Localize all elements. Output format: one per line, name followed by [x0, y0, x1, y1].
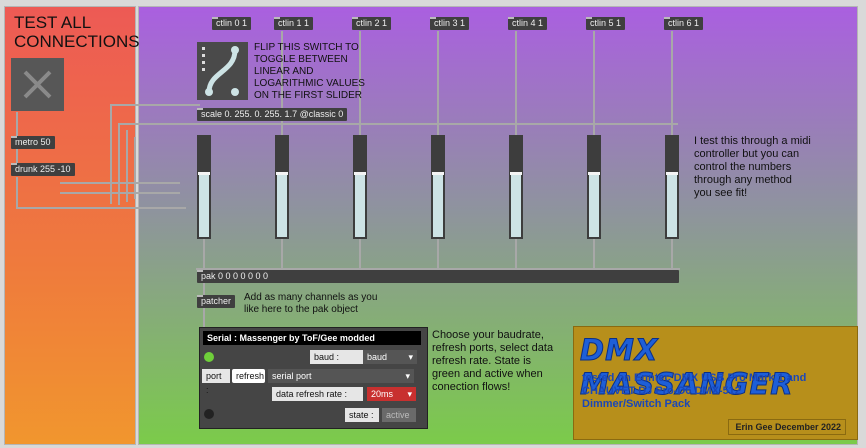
patch-cable: [203, 307, 205, 327]
pak-comment: Add as many channels as you like here to…: [244, 292, 378, 315]
slider-track: [511, 172, 521, 237]
state-label: state :: [345, 408, 379, 422]
ctlin-object[interactable]: ctlin 6 1: [664, 17, 704, 30]
slider[interactable]: [197, 135, 211, 239]
drunk-object[interactable]: drunk 255 -10: [11, 163, 75, 176]
patch-cable: [593, 31, 595, 135]
slider[interactable]: [431, 135, 445, 239]
scale-object[interactable]: scale 0. 255. 0. 255. 1.7 @classic 0: [197, 108, 348, 121]
state-led: [204, 409, 214, 419]
patch-cable: [16, 112, 18, 136]
patch-cable: [203, 283, 205, 295]
refresh-button[interactable]: refresh: [232, 369, 265, 383]
slider-knob: [510, 172, 522, 175]
patch-cable: [16, 177, 18, 207]
slider-knob: [354, 172, 366, 175]
patch-cable: [110, 104, 200, 106]
patch-cable: [671, 31, 673, 135]
port-label: port :: [202, 369, 230, 395]
pak-object[interactable]: pak 0 0 0 0 0 0 0: [197, 270, 679, 283]
dropdown-arrow-icon: ▾: [407, 389, 412, 399]
port-select[interactable]: serial port ▾: [268, 369, 414, 383]
baud-value: baud: [367, 352, 388, 362]
slider-track: [433, 172, 443, 237]
slider-track: [667, 172, 677, 237]
slider-knob: [666, 172, 678, 175]
patch-cable: [671, 239, 673, 269]
patch-cable: [437, 31, 439, 135]
patch-cable: [16, 149, 18, 163]
patch-cable: [16, 207, 186, 209]
slider-knob: [276, 172, 288, 175]
slider-knob: [588, 172, 600, 175]
patch-cable: [593, 239, 595, 269]
dropdown-arrow-icon: ▾: [408, 352, 413, 362]
slider[interactable]: [275, 135, 289, 239]
metro-object[interactable]: metro 50: [11, 136, 55, 149]
patch-cable: [515, 31, 517, 135]
baud-label: baud :: [310, 350, 363, 364]
slider[interactable]: [353, 135, 367, 239]
slider[interactable]: [665, 135, 679, 239]
patch-cable: [281, 239, 283, 269]
ctlin-object[interactable]: ctlin 4 1: [508, 17, 548, 30]
dmx-logo-box: DMX MASSANGER tested on Enntec DMX USB P…: [573, 326, 858, 440]
ctlin-object[interactable]: ctlin 1 1: [274, 17, 314, 30]
patch-cable: [203, 239, 205, 269]
ctlin-object[interactable]: ctlin 3 1: [430, 17, 470, 30]
state-value: active: [382, 408, 416, 422]
ctlin-object[interactable]: ctlin 5 1: [586, 17, 626, 30]
slider[interactable]: [509, 135, 523, 239]
dropdown-arrow-icon: ▾: [405, 371, 410, 381]
switch-icon: [202, 46, 239, 96]
slider-track: [199, 172, 209, 237]
baud-comment: Choose your baudrate, refresh ports, sel…: [432, 329, 554, 393]
baud-select[interactable]: baud ▾: [363, 350, 417, 364]
rate-value: 20ms: [371, 389, 394, 399]
ctlin-object[interactable]: ctlin 2 1: [352, 17, 392, 30]
rate-select[interactable]: 20ms ▾: [367, 387, 416, 401]
credit: Erin Gee December 2022: [728, 419, 846, 435]
linear-log-switch[interactable]: [197, 42, 248, 100]
midi-comment: I test this through a midi controller bu…: [694, 135, 811, 199]
patch-cable: [110, 104, 112, 204]
tested-note: tested on Enntec DMX USB Pro Mark 1 and …: [582, 372, 807, 410]
slider[interactable]: [587, 135, 601, 239]
patch-cable: [359, 239, 361, 269]
patch-cable: [60, 182, 180, 184]
switch-comment: FLIP THIS SWITCH TO TOGGLE BETWEEN LINEA…: [254, 42, 365, 101]
test-title: TEST ALL CONNECTIONS: [14, 13, 140, 51]
bang-button[interactable]: [11, 58, 64, 111]
patch-cable: [60, 192, 180, 194]
status-led: [204, 352, 214, 362]
slider-knob: [198, 172, 210, 175]
serial-panel: Serial : Massenger by ToF/Gee modded bau…: [199, 327, 428, 429]
port-value: serial port: [272, 371, 312, 381]
slider-track: [277, 172, 287, 237]
x-icon: [23, 70, 52, 99]
ctlin-object[interactable]: ctlin 0 1: [212, 17, 252, 30]
patch-cable: [134, 137, 136, 199]
patcher-object[interactable]: patcher: [197, 295, 236, 308]
rate-label: data refresh rate :: [272, 387, 363, 401]
slider-track: [355, 172, 365, 237]
serial-title: Serial : Massenger by ToF/Gee modded: [203, 331, 421, 345]
slider-knob: [432, 172, 444, 175]
slider-track: [589, 172, 599, 237]
patch-cable: [437, 239, 439, 269]
patch-cable: [515, 239, 517, 269]
